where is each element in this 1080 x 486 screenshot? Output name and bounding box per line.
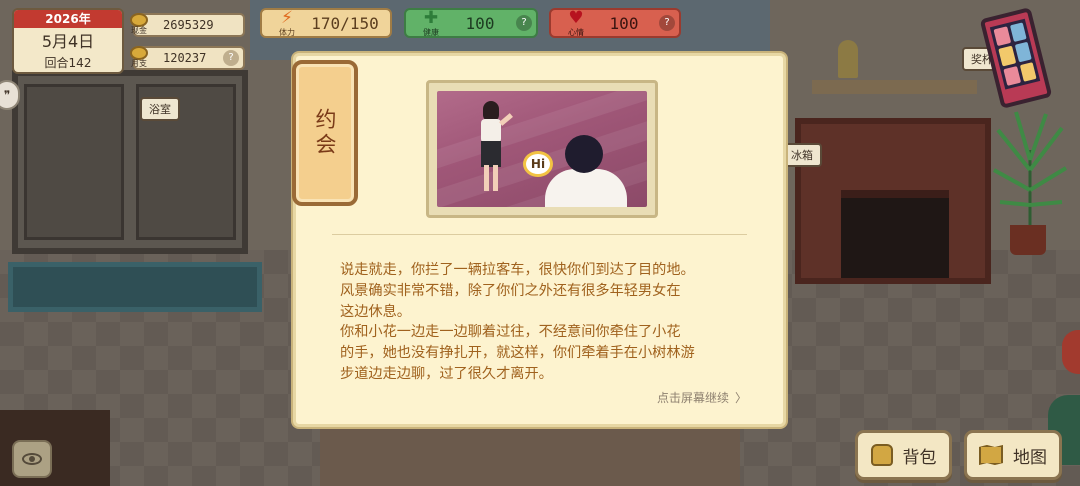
rug xyxy=(320,420,740,486)
map-icon xyxy=(979,445,1003,465)
speech-bubble: Hi xyxy=(523,151,553,177)
energy-label: 体力 xyxy=(279,28,295,37)
map-button[interactable]: 地图 xyxy=(964,430,1062,480)
event-dialog[interactable]: 约会 Hi 说走就走，你拦了一辆拉客车，很快你们到达了目的地。 风景确实非常不错… xyxy=(292,53,786,427)
plus-cross-icon: ✚ 健康 xyxy=(423,8,439,38)
divider xyxy=(332,234,747,235)
monthly-coin-icon: 月支 xyxy=(127,46,151,70)
plant-pot xyxy=(1010,225,1046,255)
mood-label: 心情 xyxy=(568,28,584,37)
turn-text: 回合142 xyxy=(44,56,92,70)
door-pane xyxy=(24,84,124,240)
event-illustration: Hi xyxy=(437,91,647,207)
mood-stat: ♥ 心情 100 ? xyxy=(549,8,681,38)
monthly-label: 月支 xyxy=(131,59,147,68)
health-label: 健康 xyxy=(423,28,439,37)
continue-prompt[interactable]: 点击屏幕继续 〉 xyxy=(657,389,747,406)
event-tag: 约会 xyxy=(292,60,358,206)
health-stat: ✚ 健康 100 ? xyxy=(404,8,538,38)
energy-value: 170/150 xyxy=(311,13,379,33)
heart-icon: ♥ 心情 xyxy=(568,8,584,38)
chevron-right-icon: 〉 xyxy=(734,391,747,405)
plant-icon xyxy=(993,111,1068,228)
health-value: 100 xyxy=(465,13,495,33)
speech-bubble-text: Hi xyxy=(530,157,546,171)
story-paragraph-2: 你和小花一边走一边聊着过往，不经意间你牵住了小花 的手，她也没有挣扎开，就这样，… xyxy=(340,324,695,382)
trophy-icon[interactable] xyxy=(838,40,858,78)
bath-mat xyxy=(8,262,262,312)
event-tag-label: 约会 xyxy=(313,108,337,158)
year-text: 2026年 xyxy=(14,10,122,28)
story-paragraph-1: 说走就走，你拦了一辆拉客车，很快你们到达了目的地。 风景确实非常不错，除了你们之… xyxy=(340,262,695,320)
decor-red xyxy=(1062,330,1080,374)
view-toggle-button[interactable] xyxy=(12,440,52,478)
story-text: 说走就走，你拦了一辆拉客车，很快你们到达了目的地。 风景确实非常不错，除了你们之… xyxy=(340,260,760,385)
bathroom-label[interactable]: 浴室 xyxy=(140,97,180,121)
date-panel: 2026年 5月4日 回合142 xyxy=(12,8,124,74)
continue-text: 点击屏幕继续 xyxy=(656,391,729,405)
cash-coin-icon: 现金 xyxy=(127,13,151,37)
cash-label: 现金 xyxy=(131,26,147,35)
fireplace xyxy=(795,118,991,284)
health-help-icon[interactable]: ? xyxy=(516,15,532,31)
cash-panel: 现金 2695329 xyxy=(130,13,245,37)
fridge-label[interactable]: 冰箱 xyxy=(782,143,822,167)
energy-stat: ⚡ 体力 170/150 xyxy=(260,8,392,38)
date-text: 5月4日 xyxy=(41,32,95,51)
monthly-panel: 月支 120237 ? xyxy=(130,46,245,70)
mood-help-icon[interactable]: ? xyxy=(659,15,675,31)
map-label: 地图 xyxy=(1013,447,1047,468)
bathroom-door[interactable] xyxy=(12,70,248,254)
mood-value: 100 xyxy=(609,13,639,33)
fireplace-opening xyxy=(841,190,949,278)
monthly-value: 120237 xyxy=(163,51,207,65)
bag-label: 背包 xyxy=(902,447,937,468)
event-picture-frame: Hi xyxy=(426,80,658,218)
shelf xyxy=(812,80,977,94)
bag-icon xyxy=(870,444,893,466)
cash-value: 2695329 xyxy=(163,18,214,32)
monthly-help-icon[interactable]: ? xyxy=(223,50,239,66)
bag-button[interactable]: 背包 xyxy=(855,430,952,480)
eye-icon xyxy=(22,453,42,465)
lightning-icon: ⚡ 体力 xyxy=(279,8,295,38)
